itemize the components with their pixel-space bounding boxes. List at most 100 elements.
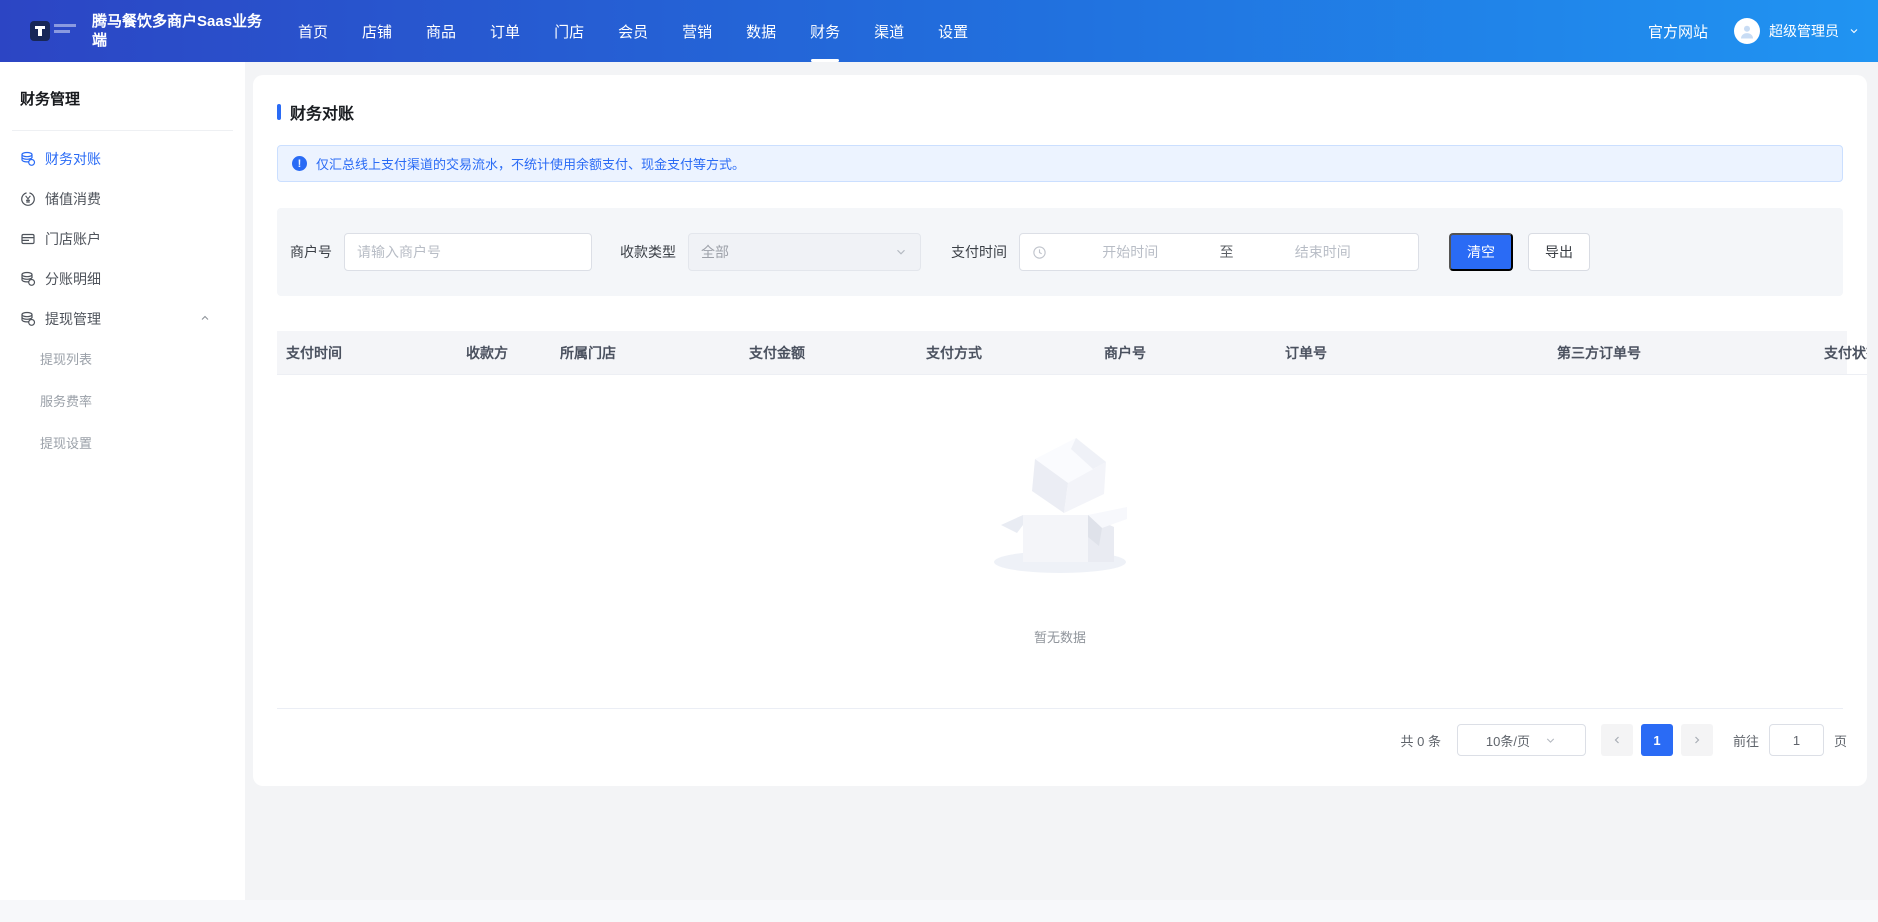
sidebar-item-store-account[interactable]: 门店账户	[20, 219, 225, 259]
sidebar-item-label: 财务对账	[45, 149, 101, 169]
next-page-button[interactable]	[1681, 724, 1713, 756]
person-icon	[1738, 22, 1756, 40]
page-number-current[interactable]: 1	[1641, 724, 1673, 756]
empty-box-illustration	[975, 425, 1145, 585]
sidebar-item-label: 门店账户	[45, 229, 101, 249]
navbar-right: 官方网站 超级管理员	[1648, 18, 1860, 44]
withdraw-icon	[20, 311, 36, 327]
pay-time-label: 支付时间	[951, 242, 1007, 262]
chevron-left-icon	[1611, 734, 1623, 746]
nav-item-settings[interactable]: 设置	[938, 15, 968, 48]
nav-item-shop[interactable]: 店铺	[362, 15, 392, 48]
nav-item-marketing[interactable]: 营销	[682, 15, 712, 48]
sidebar-subitem-withdraw-settings[interactable]: 提现设置	[40, 423, 140, 465]
prev-page-button[interactable]	[1601, 724, 1633, 756]
chevron-down-icon	[1544, 734, 1557, 747]
empty-state: 暂无数据	[253, 425, 1867, 646]
sidebar-subitem-withdraw-list[interactable]: 提现列表	[40, 339, 140, 381]
page-unit-label: 页	[1834, 731, 1847, 750]
title-accent-bar	[277, 104, 281, 120]
merchant-id-label: 商户号	[290, 242, 332, 262]
finance-reconcile-card: 财务对账 ! 仅汇总线上支付渠道的交易流水，不统计使用余额支付、现金支付等方式。…	[253, 75, 1867, 786]
col-pay-amount: 支付金额	[749, 343, 926, 363]
sidebar-item-split-detail[interactable]: 分账明细	[20, 259, 225, 299]
logo-mark-icon	[34, 25, 46, 37]
page-title: 财务对账	[290, 100, 354, 124]
info-alert: ! 仅汇总线上支付渠道的交易流水，不统计使用余额支付、现金支付等方式。	[277, 145, 1843, 182]
sidebar-item-label: 分账明细	[45, 269, 101, 289]
table-header: 支付时间 收款方 所属门店 支付金额 支付方式 商户号 订单号 第三方订单号 支…	[277, 331, 1867, 375]
info-icon: !	[292, 156, 307, 171]
store-account-icon	[20, 231, 36, 247]
sidebar-title: 财务管理	[20, 88, 225, 109]
export-button[interactable]: 导出	[1528, 233, 1590, 271]
table-header-cells: 支付时间 收款方 所属门店 支付金额 支付方式 商户号 订单号 第三方订单号 支…	[277, 331, 1867, 374]
page-size-select[interactable]: 10条/页	[1457, 724, 1586, 756]
brand: 腾马餐饮多商户Saas业务端	[30, 12, 276, 50]
user-name: 超级管理员	[1769, 21, 1839, 41]
clock-icon	[1032, 245, 1047, 260]
withdraw-submenu: 提现列表 服务费率 提现设置	[20, 339, 225, 465]
split-detail-icon	[20, 271, 36, 287]
app-title: 腾马餐饮多商户Saas业务端	[92, 12, 264, 50]
col-pay-time: 支付时间	[286, 343, 466, 363]
alert-text: 仅汇总线上支付渠道的交易流水，不统计使用余额支付、现金支付等方式。	[316, 154, 745, 173]
col-third-party-id: 第三方订单号	[1557, 343, 1824, 363]
pagination-divider	[277, 708, 1843, 709]
start-time-input[interactable]	[1047, 244, 1214, 260]
payment-type-value: 全部	[701, 242, 729, 262]
nav-item-orders[interactable]: 订单	[490, 15, 520, 48]
sidebar-item-label: 储值消费	[45, 189, 101, 209]
sidebar-item-stored-value[interactable]: 储值消费	[20, 179, 225, 219]
goto-page-input[interactable]	[1769, 724, 1824, 756]
col-payee: 收款方	[466, 343, 560, 363]
official-site-link[interactable]: 官方网站	[1648, 21, 1708, 42]
nav-item-data[interactable]: 数据	[746, 15, 776, 48]
sidebar: 财务管理 财务对账 储值消费	[0, 62, 245, 922]
payment-type-label: 收款类型	[620, 242, 676, 262]
chevron-down-icon	[894, 245, 908, 259]
col-pay-method: 支付方式	[926, 343, 1104, 363]
nav-item-finance[interactable]: 财务	[810, 15, 840, 48]
sidebar-divider	[12, 130, 233, 131]
sidebar-item-withdraw[interactable]: 提现管理	[20, 299, 225, 339]
sidebar-item-finance-reconcile[interactable]: 财务对账	[20, 139, 225, 179]
sidebar-menu: 财务对账 储值消费 门店账户	[20, 139, 225, 339]
merchant-id-input[interactable]	[344, 233, 592, 271]
logo-subtext-decor	[54, 24, 76, 36]
main-nav: 首页 店铺 商品 订单 门店 会员 营销 数据 财务 渠道 设置	[298, 15, 968, 48]
goto-label: 前往	[1733, 731, 1759, 750]
app-logo	[30, 21, 50, 41]
filter-bar: 商户号 收款类型 全部 支付时间	[277, 208, 1843, 296]
page-title-row: 财务对账	[253, 75, 1867, 124]
nav-item-channel[interactable]: 渠道	[874, 15, 904, 48]
top-navbar: 腾马餐饮多商户Saas业务端 首页 店铺 商品 订单 门店 会员 营销 数据 财…	[0, 0, 1878, 62]
nav-item-goods[interactable]: 商品	[426, 15, 456, 48]
chevron-up-icon[interactable]	[199, 311, 211, 327]
total-count: 共 0 条	[1401, 731, 1441, 750]
nav-item-home[interactable]: 首页	[298, 15, 328, 48]
sidebar-subitem-service-rate[interactable]: 服务费率	[40, 381, 140, 423]
col-merchant-id: 商户号	[1104, 343, 1285, 363]
pay-time-range-picker[interactable]: 至	[1019, 233, 1419, 271]
avatar	[1734, 18, 1760, 44]
nav-item-stores[interactable]: 门店	[554, 15, 584, 48]
pagination: 共 0 条 10条/页 1	[1401, 724, 1848, 756]
clear-button[interactable]: 清空	[1449, 233, 1513, 271]
range-separator: 至	[1214, 242, 1240, 262]
col-order-id: 订单号	[1285, 343, 1557, 363]
chevron-right-icon	[1691, 734, 1703, 746]
chevron-down-icon	[1848, 25, 1860, 37]
bottom-scrollbar-track[interactable]	[0, 900, 1878, 922]
col-store: 所属门店	[560, 343, 749, 363]
ledger-icon	[20, 151, 36, 167]
nav-item-members[interactable]: 会员	[618, 15, 648, 48]
col-pay-status: 支付状态	[1824, 343, 1867, 363]
end-time-input[interactable]	[1240, 244, 1407, 260]
user-menu[interactable]: 超级管理员	[1734, 18, 1860, 44]
empty-text: 暂无数据	[1034, 627, 1086, 646]
stored-value-icon	[20, 191, 36, 207]
payment-type-select[interactable]: 全部	[688, 233, 921, 271]
main-content: 财务对账 ! 仅汇总线上支付渠道的交易流水，不统计使用余额支付、现金支付等方式。…	[245, 62, 1878, 922]
sidebar-item-label: 提现管理	[45, 309, 101, 329]
